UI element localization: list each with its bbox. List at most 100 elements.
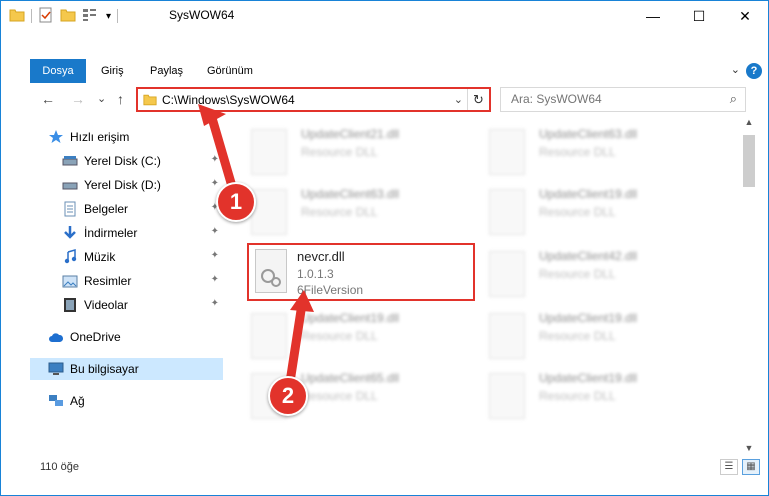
navigation-pane: Hızlı erişim Yerel Disk (C:) ✦ Yerel Dis… [30,121,223,441]
vertical-scrollbar[interactable]: ▲ ▼ [741,117,757,457]
drive-icon [62,177,78,193]
dll-file-icon [489,313,525,359]
file-description: Resource DLL [539,267,616,281]
download-icon [62,225,78,241]
file-description: Resource DLL [539,145,616,159]
sidebar-item-label: Resimler [84,274,132,288]
toolbar-divider [117,9,119,23]
pin-icon[interactable]: ✦ [211,226,219,237]
drive-icon [62,153,78,169]
file-description: Resource DLL [301,145,378,159]
ribbon-expand-chevron-icon[interactable]: ⌄ [731,63,740,76]
back-button[interactable]: ← [41,91,55,107]
file-description: Resource DLL [301,329,378,343]
file-name: UpdateClient19.dll [539,187,638,201]
pin-icon[interactable]: ✦ [211,298,219,309]
help-icon[interactable]: ? [746,63,762,79]
explorer-window: ▾ SysWOW64 — ☐ ✕ Dosya Giriş Paylaş Görü… [0,0,769,496]
window-title: SysWOW64 [169,8,235,22]
file-description: Resource DLL [539,205,616,219]
sidebar-item-quick-access[interactable]: Hızlı erişim [48,126,223,148]
refresh-button[interactable]: ↻ [467,89,489,110]
file-tile-nevcr[interactable]: nevcr.dll 1.0.1.3 6FileVersion [247,243,475,301]
scroll-down-arrow-icon[interactable]: ▼ [741,443,757,457]
sidebar-item-music[interactable]: Müzik ✦ [62,246,223,268]
address-path[interactable]: C:\Windows\SysWOW64 [162,93,295,107]
dll-file-icon [489,189,525,235]
address-bar[interactable]: C:\Windows\SysWOW64 ⌄ ↻ [136,87,491,112]
list-item[interactable]: UpdateClient63.dll Resource DLL [479,121,709,183]
view-options-icon[interactable] [82,8,100,25]
sidebar-item-label: Bu bilgisayar [70,362,139,376]
dll-file-icon [251,313,287,359]
sidebar-item-label: OneDrive [70,330,121,344]
sidebar-item-this-pc[interactable]: Bu bilgisayar [30,358,223,380]
customize-toolbar-chevron-icon[interactable]: ▾ [106,11,111,22]
sidebar-item-pictures[interactable]: Resimler ✦ [62,270,223,292]
pin-icon[interactable]: ✦ [211,274,219,285]
pin-icon[interactable]: ✦ [211,154,219,165]
list-item[interactable]: UpdateClient19.dll Resource DLL [241,305,471,367]
scroll-thumb[interactable] [743,135,755,187]
tab-share[interactable]: Paylaş [140,59,193,83]
details-view-icon[interactable]: ☰ [720,459,738,475]
sidebar-item-label: Hızlı erişim [70,130,130,144]
ribbon-tabs: Dosya Giriş Paylaş Görünüm ⌄ ? [1,59,768,83]
sidebar-item-downloads[interactable]: İndirmeler ✦ [62,222,223,244]
computer-icon [48,361,64,377]
sidebar-item-documents[interactable]: Belgeler ✦ [62,198,223,220]
tab-home[interactable]: Giriş [91,59,134,83]
network-icon [48,393,64,409]
forward-button[interactable]: → [71,91,85,107]
dll-file-icon [489,373,525,419]
search-icon[interactable]: ⌕ [730,91,737,107]
dll-file-icon [251,189,287,235]
new-folder-icon[interactable] [60,8,76,25]
sidebar-item-local-disk-d[interactable]: Yerel Disk (D:) ✦ [62,174,223,196]
file-description: Resource DLL [301,205,378,219]
list-item[interactable]: UpdateClient42.dll Resource DLL [479,243,709,305]
list-item[interactable]: UpdateClient21.dll Resource DLL [241,121,471,183]
sidebar-item-videos[interactable]: Videolar ✦ [62,294,223,316]
documents-icon [62,201,78,217]
minimize-button[interactable]: — [630,1,676,31]
gear-file-icon [255,249,287,293]
title-bar: ▾ SysWOW64 — ☐ ✕ [1,1,768,31]
maximize-button[interactable]: ☐ [676,1,722,31]
pin-icon[interactable]: ✦ [211,250,219,261]
list-item[interactable]: UpdateClient19.dll Resource DLL [479,365,709,427]
file-name: UpdateClient19.dll [539,311,638,325]
pictures-icon [62,273,78,289]
sidebar-item-label: Belgeler [84,202,129,216]
list-item[interactable]: UpdateClient19.dll Resource DLL [479,305,709,367]
scroll-up-arrow-icon[interactable]: ▲ [741,117,757,131]
sidebar-item-onedrive[interactable]: OneDrive [48,326,223,348]
list-item[interactable]: UpdateClient63.dll Resource DLL [241,181,471,243]
file-description: Resource DLL [539,389,616,403]
list-item[interactable]: UpdateClient19.dll Resource DLL [479,181,709,243]
sidebar-item-label: Ağ [70,394,85,408]
search-input[interactable] [511,92,711,106]
sidebar-item-label: Yerel Disk (D:) [84,178,161,192]
callout-badge-2: 2 [268,376,308,416]
sidebar-item-local-disk-c[interactable]: Yerel Disk (C:) ✦ [62,150,223,172]
tab-file[interactable]: Dosya [30,59,86,83]
recent-locations-chevron-icon[interactable]: ⌄ [97,92,106,105]
callout-badge-1: 1 [216,182,256,222]
toolbar-divider [31,9,32,23]
search-box[interactable]: ⌕ [500,87,746,112]
address-dropdown-chevron-icon[interactable]: ⌄ [454,93,463,106]
tiles-view-icon[interactable]: ▦ [742,459,760,475]
up-button[interactable]: ↑ [117,91,124,107]
tab-view[interactable]: Görünüm [197,59,263,83]
sidebar-item-network[interactable]: Ağ [48,390,223,412]
file-name: UpdateClient42.dll [539,249,638,263]
pin-icon[interactable]: ✦ [211,178,219,189]
close-button[interactable]: ✕ [722,1,768,31]
file-name: UpdateClient65.dll [301,371,400,385]
properties-icon[interactable] [38,7,54,26]
file-name: UpdateClient19.dll [539,371,638,385]
folder-icon [9,8,25,25]
cloud-icon [48,329,64,345]
file-description: Resource DLL [301,389,378,403]
